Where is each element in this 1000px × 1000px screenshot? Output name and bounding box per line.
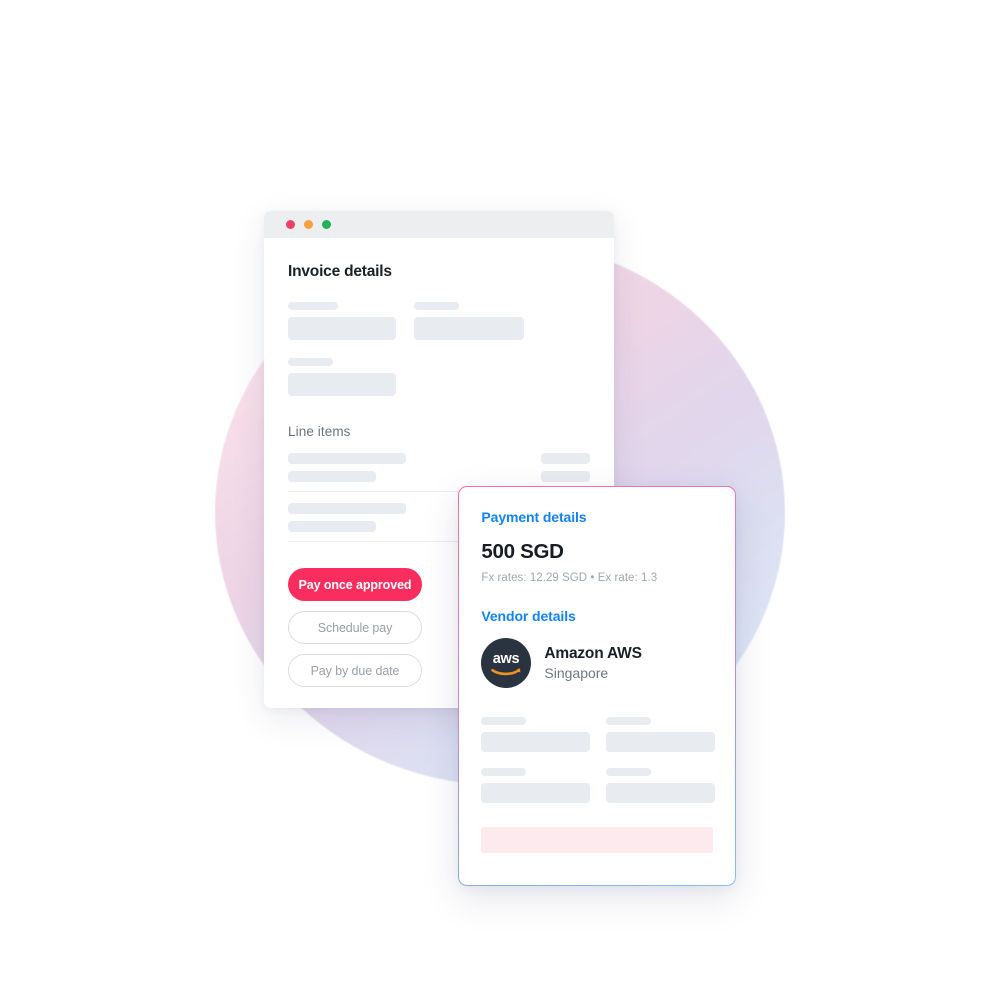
payment-highlight-bar (481, 827, 713, 854)
maximize-window-dot-icon[interactable] (322, 220, 331, 229)
line-item-tax-placeholder (541, 471, 590, 482)
field-label-placeholder (606, 717, 652, 726)
field-input-placeholder[interactable] (414, 317, 524, 340)
field-label-placeholder (606, 768, 652, 777)
payment-field-1 (481, 717, 591, 753)
payment-details-card: Payment details 500 SGD Fx rates: 12.29 … (458, 486, 736, 886)
payment-details-heading: Payment details (481, 509, 587, 526)
field-input-placeholder[interactable] (606, 732, 716, 753)
invoice-field-2 (414, 302, 524, 340)
vendor-text-block: Amazon AWS Singapore (544, 644, 642, 684)
field-input-placeholder[interactable] (606, 783, 716, 804)
line-item-amount-placeholder (541, 453, 590, 464)
fx-rate-info: Fx rates: 12.29 SGD • Ex rate: 1.3 (481, 572, 658, 585)
line-item-desc-placeholder (288, 521, 376, 532)
window-titlebar (264, 211, 614, 238)
invoice-details-title: Invoice details (288, 263, 392, 280)
pay-by-due-date-button[interactable]: Pay by due date (288, 654, 422, 687)
payment-amount: 500 SGD (481, 540, 564, 564)
svg-text:aws: aws (493, 651, 520, 667)
vendor-row[interactable]: aws Amazon AWS Singapore (481, 638, 712, 689)
field-label-placeholder (288, 358, 333, 366)
close-window-dot-icon[interactable] (286, 220, 295, 229)
field-input-placeholder[interactable] (481, 732, 591, 753)
field-label-placeholder (481, 768, 527, 777)
line-item-name-placeholder (288, 503, 406, 514)
line-item-desc-placeholder (288, 471, 376, 482)
pay-once-approved-button[interactable]: Pay once approved (288, 568, 422, 601)
vendor-name: Amazon AWS (544, 644, 642, 662)
minimize-window-dot-icon[interactable] (304, 220, 313, 229)
payment-fields-grid (481, 717, 716, 804)
vendor-details-heading: Vendor details (481, 608, 576, 625)
field-label-placeholder (414, 302, 459, 310)
invoice-fields-row-1 (288, 302, 590, 340)
field-input-placeholder[interactable] (288, 317, 396, 340)
payment-field-4 (606, 768, 716, 804)
line-item-name-placeholder (288, 453, 406, 464)
vendor-location: Singapore (544, 664, 609, 681)
aws-logo-icon: aws (481, 638, 532, 689)
field-input-placeholder[interactable] (288, 373, 396, 396)
payment-details-card-inner: Payment details 500 SGD Fx rates: 12.29 … (459, 487, 735, 885)
field-label-placeholder (481, 717, 527, 726)
invoice-field-1 (288, 302, 396, 340)
payment-field-3 (481, 768, 591, 804)
field-input-placeholder[interactable] (481, 783, 591, 804)
payment-field-2 (606, 717, 716, 753)
schedule-pay-button[interactable]: Schedule pay (288, 611, 422, 644)
invoice-field-3 (288, 358, 590, 396)
illustration-stage: Invoice details Line items Pay once appr… (0, 0, 1000, 1000)
line-items-title: Line items (288, 424, 351, 439)
field-label-placeholder (288, 302, 338, 310)
